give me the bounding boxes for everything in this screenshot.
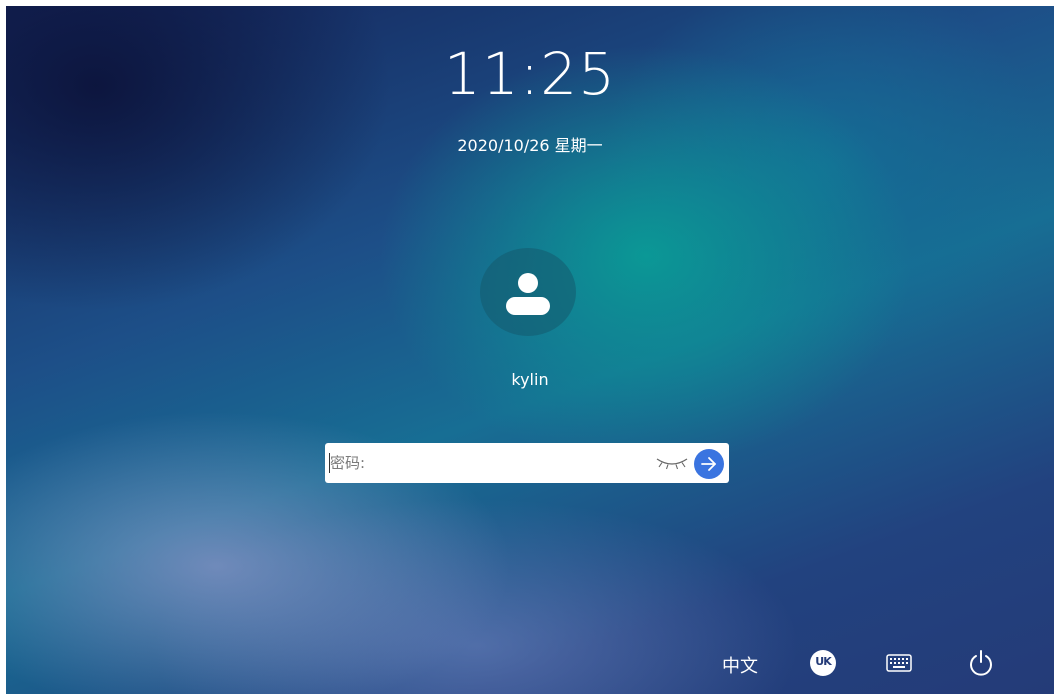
- clock-date: 2020/10/26 星期一: [457, 136, 603, 155]
- language-switch-button[interactable]: 中文: [722, 652, 758, 678]
- clock-time: 11:25: [443, 40, 617, 108]
- password-input[interactable]: [328, 447, 650, 479]
- arrow-right-icon: [701, 457, 716, 471]
- power-icon[interactable]: [966, 648, 996, 678]
- password-field-container: [325, 443, 729, 483]
- eye-closed-icon[interactable]: [655, 456, 689, 470]
- keyboard-layout-button[interactable]: UK: [810, 650, 836, 676]
- username-label: kylin: [511, 370, 549, 389]
- user-avatar[interactable]: [480, 248, 576, 336]
- lock-screen: 11:25 2020/10/26 星期一 kylin 中文 UK: [6, 6, 1054, 694]
- keyboard-layout-label: UK: [815, 655, 831, 668]
- keyboard-icon[interactable]: [886, 654, 912, 672]
- text-caret: [329, 453, 330, 473]
- bottom-bar: 中文 UK: [6, 646, 1054, 686]
- login-submit-button[interactable]: [694, 449, 724, 479]
- user-icon: [506, 273, 550, 315]
